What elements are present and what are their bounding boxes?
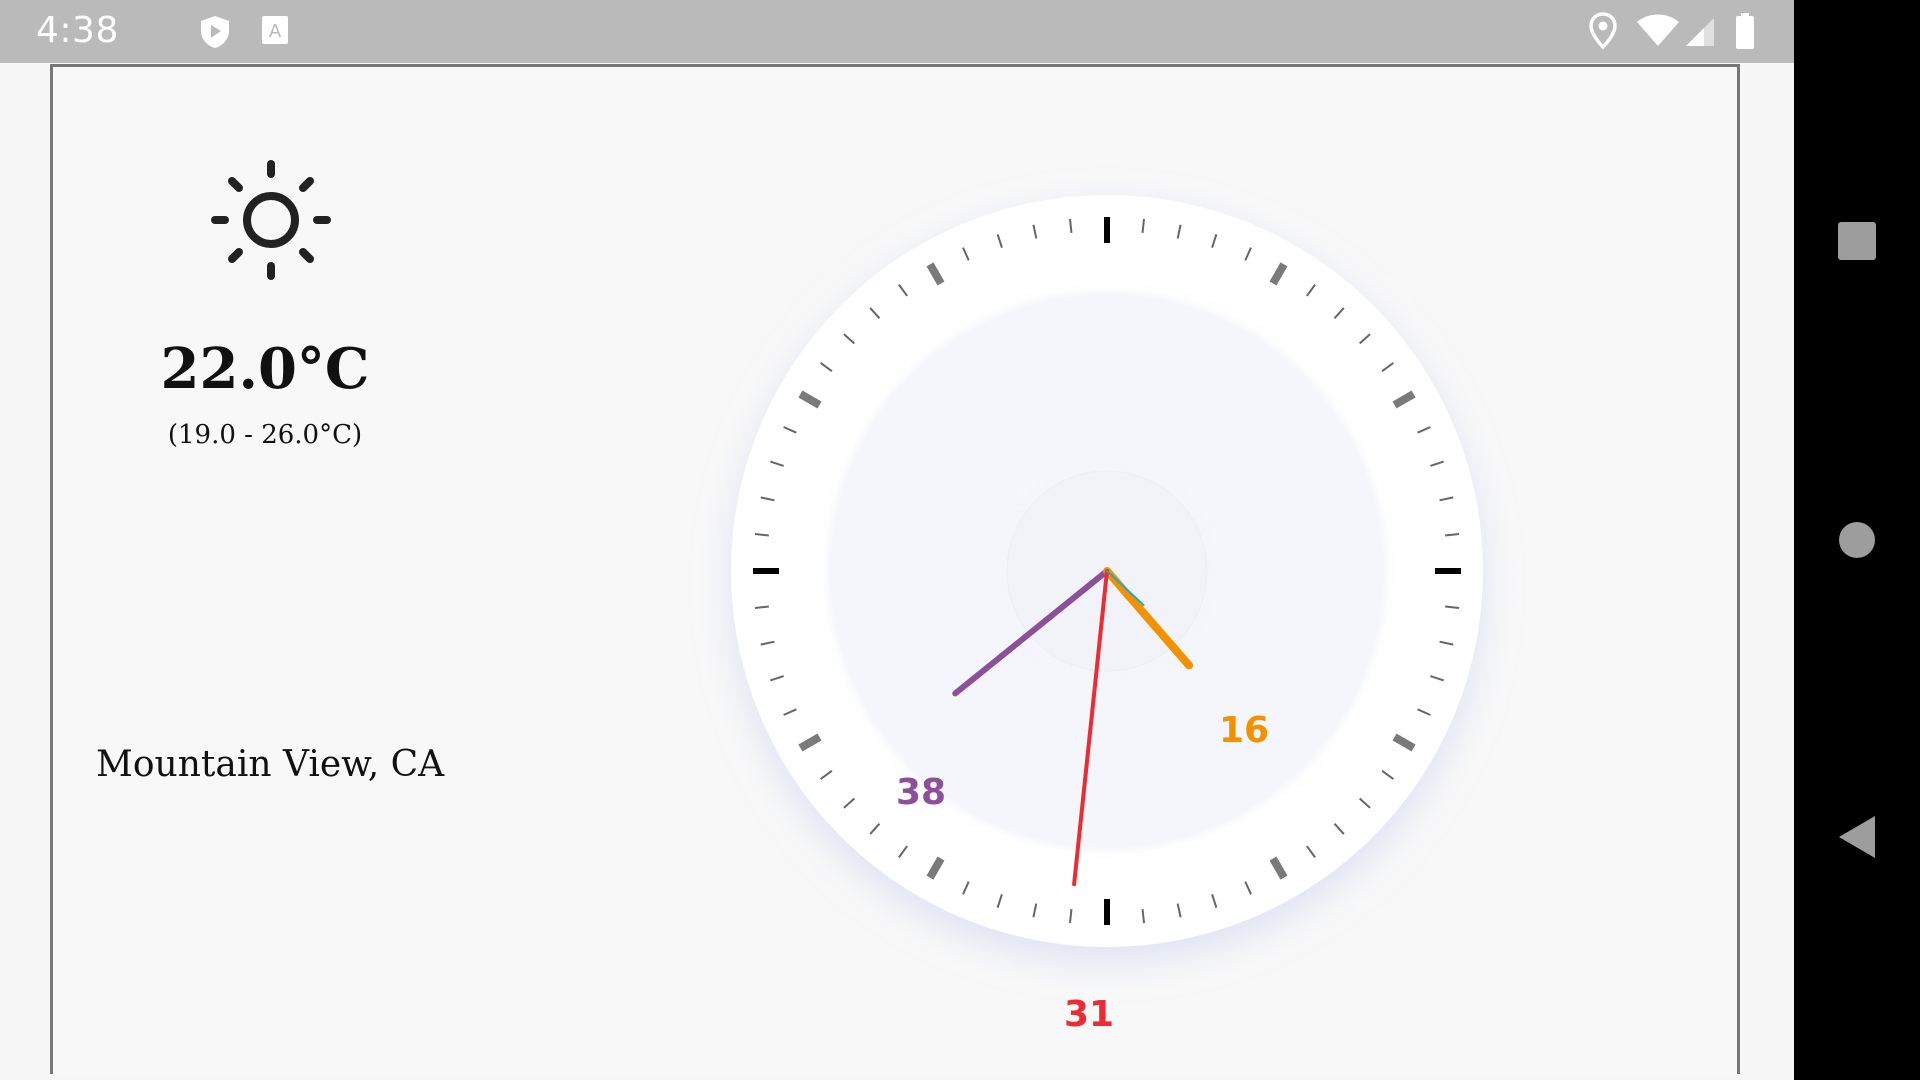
second-value-label: 31 <box>1064 994 1115 1035</box>
minute-value-label: 38 <box>896 772 947 813</box>
analog-clock <box>731 195 1483 947</box>
hour-value-label: 16 <box>1219 710 1270 751</box>
